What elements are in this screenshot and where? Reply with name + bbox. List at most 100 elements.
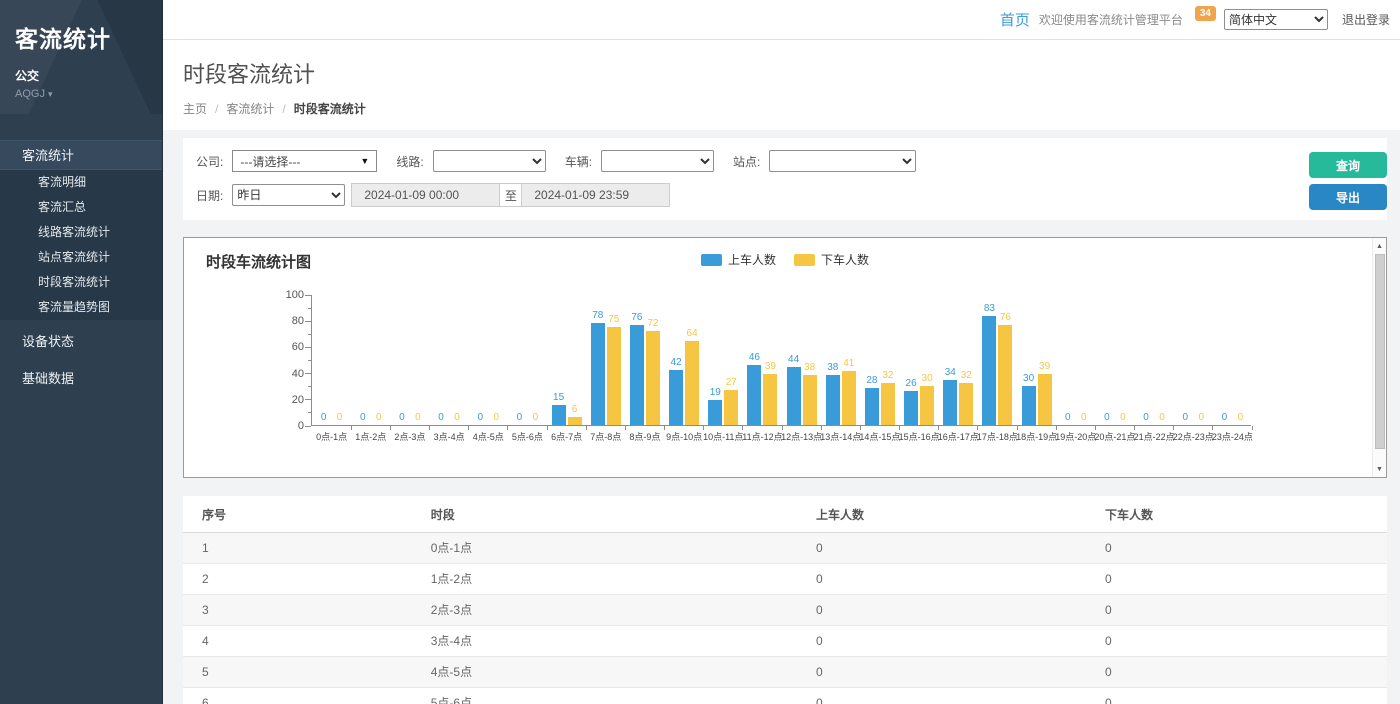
table-cell: 1点-2点 xyxy=(412,564,797,595)
legend-swatch-icon xyxy=(701,254,722,266)
scroll-up-icon[interactable]: ▲ xyxy=(1373,239,1386,253)
chart-legend: 上车人数 下车人数 xyxy=(701,251,869,268)
bar-alighting xyxy=(763,374,777,425)
scrollbar-thumb[interactable] xyxy=(1375,254,1385,449)
bar-alighting xyxy=(1038,374,1052,425)
breadcrumb-section[interactable]: 客流统计 xyxy=(226,100,274,117)
sidebar-item[interactable]: 线路客流统计 xyxy=(0,220,162,245)
vehicle-select[interactable] xyxy=(601,150,714,172)
legend-item[interactable]: 上车人数 xyxy=(701,251,776,268)
table-cell: 0 xyxy=(1086,688,1387,704)
sidebar-item[interactable]: 基础数据 xyxy=(0,364,162,394)
bar-boarding xyxy=(787,367,801,425)
company-select[interactable]: ---请选择--- ▼ xyxy=(232,150,377,172)
date-preset-select[interactable]: 昨日 xyxy=(232,184,345,206)
y-axis-tick xyxy=(308,334,311,335)
export-button[interactable]: 导出 xyxy=(1309,184,1387,210)
legend-label: 上车人数 xyxy=(728,251,776,268)
home-link[interactable]: 首页 xyxy=(1000,9,1030,30)
date-end-input[interactable] xyxy=(522,183,670,207)
bar-boarding xyxy=(826,375,840,425)
y-axis-tick xyxy=(305,347,311,348)
breadcrumb-home[interactable]: 主页 xyxy=(183,100,207,117)
sidebar-item[interactable]: 时段客流统计 xyxy=(0,270,162,295)
table-cell: 0 xyxy=(797,564,1086,595)
x-axis-label: 9点-10点 xyxy=(666,430,702,443)
date-start-input[interactable] xyxy=(351,183,499,207)
bar-alighting xyxy=(842,371,856,425)
x-axis-tick xyxy=(351,426,352,430)
y-axis-label: 80 xyxy=(268,315,304,327)
bar-boarding xyxy=(982,316,996,425)
chart-panel: 时段车流统计图 上车人数下车人数 0204060801000点-1点001点-2… xyxy=(183,237,1387,478)
x-axis-label: 12点-13点 xyxy=(781,430,822,443)
content-header: 时段客流统计 主页 / 客流统计 / 时段客流统计 xyxy=(163,40,1400,130)
sidebar-item[interactable]: 设备状态 xyxy=(0,327,162,357)
sidebar-item[interactable]: 客流明细 xyxy=(0,170,162,195)
table-header-cell: 下车人数 xyxy=(1086,496,1387,533)
x-axis-label: 5点-6点 xyxy=(512,430,543,443)
chart-title: 时段车流统计图 xyxy=(206,251,311,272)
filter-actions: 查询 导出 xyxy=(1309,152,1387,210)
notification-badge[interactable]: 34 xyxy=(1195,6,1216,21)
bar-alighting xyxy=(568,417,582,425)
breadcrumb-current: 时段客流统计 xyxy=(294,100,366,117)
logout-link[interactable]: 退出登录 xyxy=(1342,11,1390,28)
table-cell: 2 xyxy=(183,564,412,595)
breadcrumb: 主页 / 客流统计 / 时段客流统计 xyxy=(183,100,1380,117)
language-select[interactable]: 简体中文 xyxy=(1224,9,1328,30)
table-cell: 2点-3点 xyxy=(412,595,797,626)
bar-alighting xyxy=(881,383,895,425)
x-axis-tick xyxy=(664,426,665,430)
table-cell: 0 xyxy=(797,595,1086,626)
company-label: 公司: xyxy=(196,153,223,170)
org-selector[interactable]: AQGJ ▾ xyxy=(15,88,147,100)
y-axis-label: 40 xyxy=(268,368,304,380)
bar-alighting xyxy=(998,325,1012,425)
table-row: 54点-5点00 xyxy=(183,657,1387,688)
vehicle-label: 车辆: xyxy=(565,153,592,170)
table-row: 43点-4点00 xyxy=(183,626,1387,657)
bar-value-label: 0 xyxy=(1223,412,1257,423)
bar-value-label: 76 xyxy=(988,312,1022,323)
legend-label: 下车人数 xyxy=(821,251,869,268)
x-axis-tick xyxy=(507,426,508,430)
x-axis-label: 14点-15点 xyxy=(859,430,900,443)
sidebar-item[interactable]: 客流汇总 xyxy=(0,195,162,220)
y-axis-tick xyxy=(308,386,311,387)
table-row: 21点-2点00 xyxy=(183,564,1387,595)
x-axis-label: 8点-9点 xyxy=(629,430,660,443)
x-axis-label: 1点-2点 xyxy=(355,430,386,443)
x-axis-label: 0点-1点 xyxy=(316,430,347,443)
table-cell: 0 xyxy=(797,626,1086,657)
bar-value-label: 64 xyxy=(675,328,709,339)
x-axis-label: 22点-23点 xyxy=(1173,430,1214,443)
table-cell: 3 xyxy=(183,595,412,626)
query-button[interactable]: 查询 xyxy=(1309,152,1387,178)
x-axis-label: 7点-8点 xyxy=(590,430,621,443)
bar-value-label: 27 xyxy=(714,377,748,388)
filter-row-1: 公司: ---请选择--- ▼ 线路: 车辆: 站点: xyxy=(196,150,1295,172)
station-select[interactable] xyxy=(769,150,916,172)
table-cell: 4 xyxy=(183,626,412,657)
page-title: 时段客流统计 xyxy=(183,57,1380,89)
x-axis-label: 16点-17点 xyxy=(938,430,979,443)
bar-value-label: 6 xyxy=(558,404,592,415)
table-cell: 0 xyxy=(1086,626,1387,657)
x-axis-label: 15点-16点 xyxy=(899,430,940,443)
legend-item[interactable]: 下车人数 xyxy=(794,251,869,268)
x-axis-label: 23点-24点 xyxy=(1212,430,1253,443)
content: 公司: ---请选择--- ▼ 线路: 车辆: 站点: 日期: 昨日 至 xyxy=(163,130,1400,704)
sidebar-item[interactable]: 客流统计 xyxy=(0,140,162,170)
sidebar-item[interactable]: 客流量趋势图 xyxy=(0,295,162,320)
scroll-down-icon[interactable]: ▼ xyxy=(1373,462,1386,476)
bar-boarding xyxy=(943,380,957,425)
breadcrumb-separator: / xyxy=(282,102,285,116)
line-select[interactable] xyxy=(433,150,546,172)
y-axis-label: 0 xyxy=(268,420,304,432)
sidebar-item[interactable]: 站点客流统计 xyxy=(0,245,162,270)
bar-value-label: 0 xyxy=(518,412,552,423)
x-axis-label: 3点-4点 xyxy=(434,430,465,443)
chart-scrollbar[interactable]: ▲ ▼ xyxy=(1372,238,1386,477)
table-cell: 0 xyxy=(1086,533,1387,564)
